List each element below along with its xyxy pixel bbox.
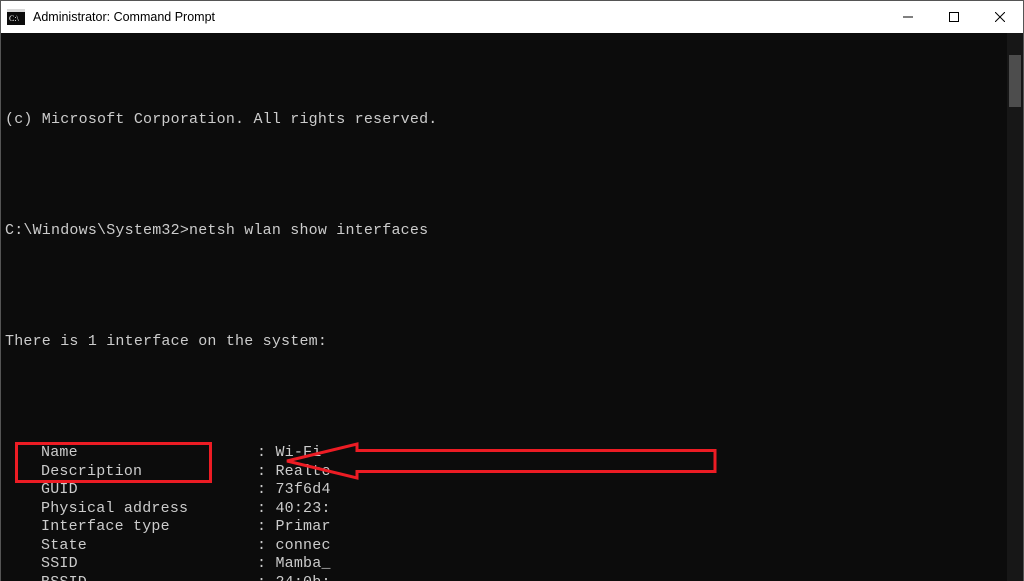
row-value: connec — [275, 537, 330, 556]
interface-row: Description: Realte — [5, 463, 1023, 482]
row-label: BSSID — [41, 574, 257, 581]
row-value: 24:0b: — [275, 574, 330, 581]
row-label: Name — [41, 444, 257, 463]
row-label: Description — [41, 463, 257, 482]
row-value: 73f6d4 — [275, 481, 330, 500]
interface-details: Name: Wi-FiDescription: RealteGUID: 73f6… — [5, 444, 1023, 581]
cmd-icon: C:\ — [7, 9, 25, 25]
window-controls — [885, 1, 1023, 33]
scrollbar-thumb[interactable] — [1009, 55, 1021, 107]
window-title: Administrator: Command Prompt — [33, 10, 885, 24]
blank-line — [5, 389, 1023, 408]
minimize-button[interactable] — [885, 1, 931, 33]
row-label: Physical address — [41, 500, 257, 519]
blank-line — [5, 167, 1023, 186]
terminal-area[interactable]: (c) Microsoft Corporation. All rights re… — [1, 33, 1023, 581]
interface-row: Name: Wi-Fi — [5, 444, 1023, 463]
copyright-line: (c) Microsoft Corporation. All rights re… — [5, 111, 1023, 130]
titlebar[interactable]: C:\ Administrator: Command Prompt — [1, 1, 1023, 33]
row-value: Realte — [275, 463, 330, 482]
row-value: Primar — [275, 518, 330, 537]
row-label: State — [41, 537, 257, 556]
interface-row: Physical address: 40:23: — [5, 500, 1023, 519]
row-value: Wi-Fi — [275, 444, 321, 463]
row-label: GUID — [41, 481, 257, 500]
prompt-path: C:\Windows\System32> — [5, 222, 189, 241]
interface-row: SSID: Mamba_ — [5, 555, 1023, 574]
maximize-button[interactable] — [931, 1, 977, 33]
prompt-command: netsh wlan show interfaces — [189, 222, 428, 241]
interface-row: BSSID: 24:0b: — [5, 574, 1023, 581]
row-value: 40:23: — [275, 500, 330, 519]
svg-text:C:\: C:\ — [9, 14, 20, 23]
status-line: There is 1 interface on the system: — [5, 333, 1023, 352]
blank-line — [5, 278, 1023, 297]
interface-row: Interface type: Primar — [5, 518, 1023, 537]
interface-row: GUID: 73f6d4 — [5, 481, 1023, 500]
prompt-line-1: C:\Windows\System32>netsh wlan show inte… — [5, 222, 1023, 241]
interface-row: State: connec — [5, 537, 1023, 556]
window: C:\ Administrator: Command Prompt (c) Mi… — [0, 0, 1024, 581]
close-button[interactable] — [977, 1, 1023, 33]
row-value: Mamba_ — [275, 555, 330, 574]
row-label: SSID — [41, 555, 257, 574]
row-label: Interface type — [41, 518, 257, 537]
scrollbar-track[interactable] — [1007, 33, 1023, 581]
